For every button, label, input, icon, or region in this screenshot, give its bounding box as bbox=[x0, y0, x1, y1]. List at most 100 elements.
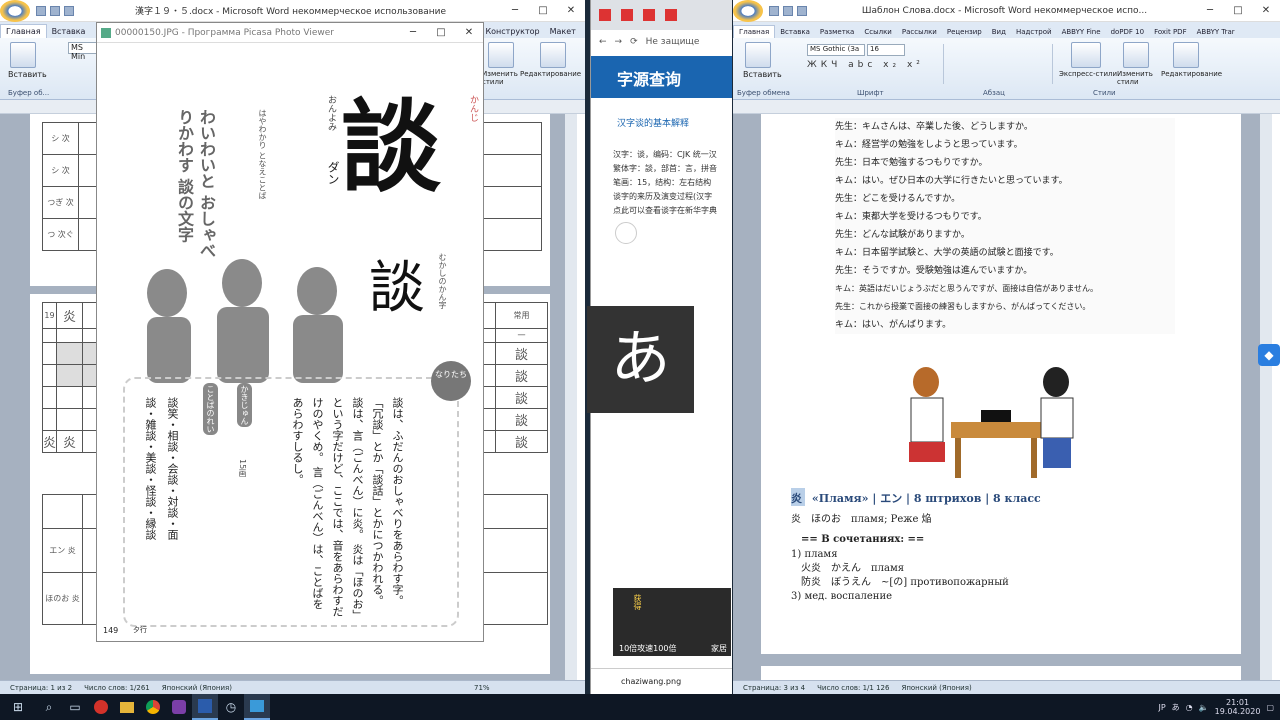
tab-insert[interactable]: Вставка bbox=[775, 26, 815, 38]
image-icon[interactable] bbox=[615, 222, 637, 244]
tab-design[interactable]: Конструктор bbox=[480, 25, 544, 38]
chrome-icon[interactable] bbox=[140, 694, 166, 720]
reload-icon[interactable]: ⟳ bbox=[630, 37, 638, 47]
back-icon[interactable]: ← bbox=[599, 37, 607, 47]
tab-layout[interactable]: Макет bbox=[545, 25, 581, 38]
app-icon-clock[interactable]: ◷ bbox=[218, 694, 244, 720]
quick-styles-icon[interactable] bbox=[1071, 42, 1101, 68]
minimize-button[interactable]: ─ bbox=[501, 0, 529, 22]
close-button[interactable]: ✕ bbox=[455, 23, 483, 44]
right-ruler bbox=[733, 100, 1280, 114]
tab-foxit[interactable]: Foxit PDF bbox=[1149, 26, 1192, 38]
close-button[interactable]: ✕ bbox=[1252, 0, 1280, 22]
left-scrollbar[interactable] bbox=[565, 114, 577, 680]
font-name-box[interactable]: MS Min bbox=[68, 42, 98, 61]
language-indicator[interactable]: Японский (Япония) bbox=[162, 684, 232, 692]
font-name-box[interactable]: MS Gothic (За bbox=[807, 44, 865, 56]
tab-insert[interactable]: Вставка bbox=[47, 25, 91, 38]
minimize-button[interactable]: ─ bbox=[1196, 0, 1224, 22]
styles-group-label: Стили bbox=[1093, 89, 1116, 97]
app-icon-red[interactable] bbox=[88, 694, 114, 720]
font-size-box[interactable]: 16 bbox=[867, 44, 905, 56]
word-count[interactable]: Число слов: 1/1 126 bbox=[817, 684, 889, 692]
tab-favicon[interactable] bbox=[621, 9, 633, 21]
definition-link[interactable]: 汉字谈的基本解释 bbox=[617, 116, 689, 129]
change-styles-icon[interactable] bbox=[488, 42, 514, 68]
notification-icon[interactable]: ▢ bbox=[1266, 703, 1274, 712]
left-word-titlebar[interactable]: 漢字１９・５.docx - Microsoft Word некоммерчес… bbox=[0, 0, 585, 22]
text-line: 笔画：15，结构：左右结构 bbox=[613, 178, 712, 187]
grid-cell: つ 次ぐ bbox=[42, 218, 79, 251]
right-word-titlebar[interactable]: Шаблон Слова.docx - Microsoft Word неком… bbox=[733, 0, 1280, 22]
maximize-button[interactable]: □ bbox=[1224, 0, 1252, 22]
minimize-button[interactable]: ─ bbox=[399, 23, 427, 44]
start-icon[interactable]: ⊞ bbox=[0, 694, 36, 720]
close-button[interactable]: ✕ bbox=[557, 0, 585, 22]
input-language[interactable]: JP bbox=[1158, 703, 1165, 712]
page-indicator[interactable]: Страница: 3 из 4 bbox=[743, 684, 805, 692]
forward-icon[interactable]: → bbox=[615, 37, 623, 47]
undo-icon[interactable] bbox=[50, 5, 60, 16]
combo-item: 防炎 ぼうえん ~[の] противопожарный bbox=[801, 577, 1009, 588]
search-icon[interactable]: ⌕ bbox=[36, 694, 62, 720]
task-view-icon[interactable]: ▭ bbox=[62, 694, 88, 720]
zoom-level[interactable]: 71% bbox=[474, 684, 490, 692]
paste-icon[interactable] bbox=[745, 42, 771, 68]
office-button[interactable] bbox=[0, 0, 30, 22]
ime-icon[interactable]: あ bbox=[1172, 702, 1180, 713]
tab-view[interactable]: Вид bbox=[987, 26, 1011, 38]
tab-home[interactable]: Главная bbox=[733, 25, 776, 38]
network-icon[interactable]: ◔ bbox=[1186, 703, 1193, 712]
address-bar[interactable]: Не защище bbox=[646, 37, 700, 47]
tab-favicon[interactable] bbox=[665, 9, 677, 21]
ad-banner[interactable]: 获得 10倍攻速100倍 家居 bbox=[613, 588, 731, 656]
dialogue-line: キム：英語はだいじょうぶだと思うんですが、面接は自信がありません。 bbox=[835, 284, 1099, 293]
app-icon-purple[interactable] bbox=[166, 694, 192, 720]
paste-icon[interactable] bbox=[10, 42, 36, 68]
word-count[interactable]: Число слов: 1/261 bbox=[84, 684, 150, 692]
picasa-taskbar-icon[interactable] bbox=[244, 694, 270, 720]
clipboard-group-label: Буфер об... bbox=[8, 89, 50, 97]
tab-abbyy-trans[interactable]: ABBYY Trar bbox=[1192, 26, 1240, 38]
volume-icon[interactable]: 🔈 bbox=[1199, 703, 1209, 712]
paragraph-controls[interactable] bbox=[943, 44, 1053, 84]
tab-favicon[interactable] bbox=[599, 9, 611, 21]
tab-references[interactable]: Ссылки bbox=[859, 26, 897, 38]
editing-icon[interactable] bbox=[1173, 42, 1199, 68]
page-indicator[interactable]: Страница: 1 из 2 bbox=[10, 684, 72, 692]
dropbox-icon[interactable]: ◆ bbox=[1258, 344, 1280, 366]
change-styles-icon[interactable] bbox=[1123, 42, 1149, 68]
language-indicator[interactable]: Японский (Япония) bbox=[901, 684, 971, 692]
undo-icon[interactable] bbox=[783, 5, 793, 16]
tab-favicon[interactable] bbox=[643, 9, 655, 21]
tab-review[interactable]: Рецензир bbox=[942, 26, 987, 38]
download-item[interactable]: chaziwang.png bbox=[591, 668, 732, 694]
maximize-button[interactable]: □ bbox=[427, 23, 455, 44]
tab-abbyy[interactable]: ABBYY Fine bbox=[1057, 26, 1106, 38]
maximize-button[interactable]: □ bbox=[529, 0, 557, 22]
entry-title: «Пламя» | エン | 8 штрихов | 8 класс bbox=[811, 492, 1041, 505]
office-button[interactable] bbox=[733, 0, 763, 22]
save-icon[interactable] bbox=[36, 5, 46, 16]
tab-mailings[interactable]: Рассылки bbox=[897, 26, 942, 38]
right-scrollbar[interactable] bbox=[1260, 114, 1272, 680]
tab-home[interactable]: Главная bbox=[0, 24, 47, 38]
editing-label: Редактирование bbox=[1161, 70, 1223, 78]
ime-mode-indicator: あ bbox=[587, 306, 694, 413]
editing-icon[interactable] bbox=[540, 42, 566, 68]
word-taskbar-icon[interactable] bbox=[192, 694, 218, 720]
tab-addins[interactable]: Надстрой bbox=[1011, 26, 1057, 38]
students-illustration bbox=[909, 367, 1074, 478]
format-buttons[interactable]: ЖКЧ abc x₂ x² bbox=[807, 60, 924, 70]
tab-layout[interactable]: Разметка bbox=[815, 26, 859, 38]
tab-dopdf[interactable]: doPDF 10 bbox=[1106, 26, 1150, 38]
picasa-titlebar[interactable]: 00000150.JPG - Программа Picasa Photo Vi… bbox=[97, 23, 483, 43]
clock[interactable]: 21:01 19.04.2020 bbox=[1215, 698, 1261, 716]
seal-kanji: 談 bbox=[369, 256, 425, 321]
file-explorer-icon[interactable] bbox=[114, 694, 140, 720]
redo-icon[interactable] bbox=[64, 5, 74, 16]
save-icon[interactable] bbox=[769, 5, 779, 16]
site-header[interactable]: 字源查询 bbox=[591, 56, 732, 98]
redo-icon[interactable] bbox=[797, 5, 807, 16]
right-document-area[interactable]: 先生：キムさんは、卒業した後、どうしますか。 キム：経営学の勉強をしようと思って… bbox=[733, 114, 1260, 686]
